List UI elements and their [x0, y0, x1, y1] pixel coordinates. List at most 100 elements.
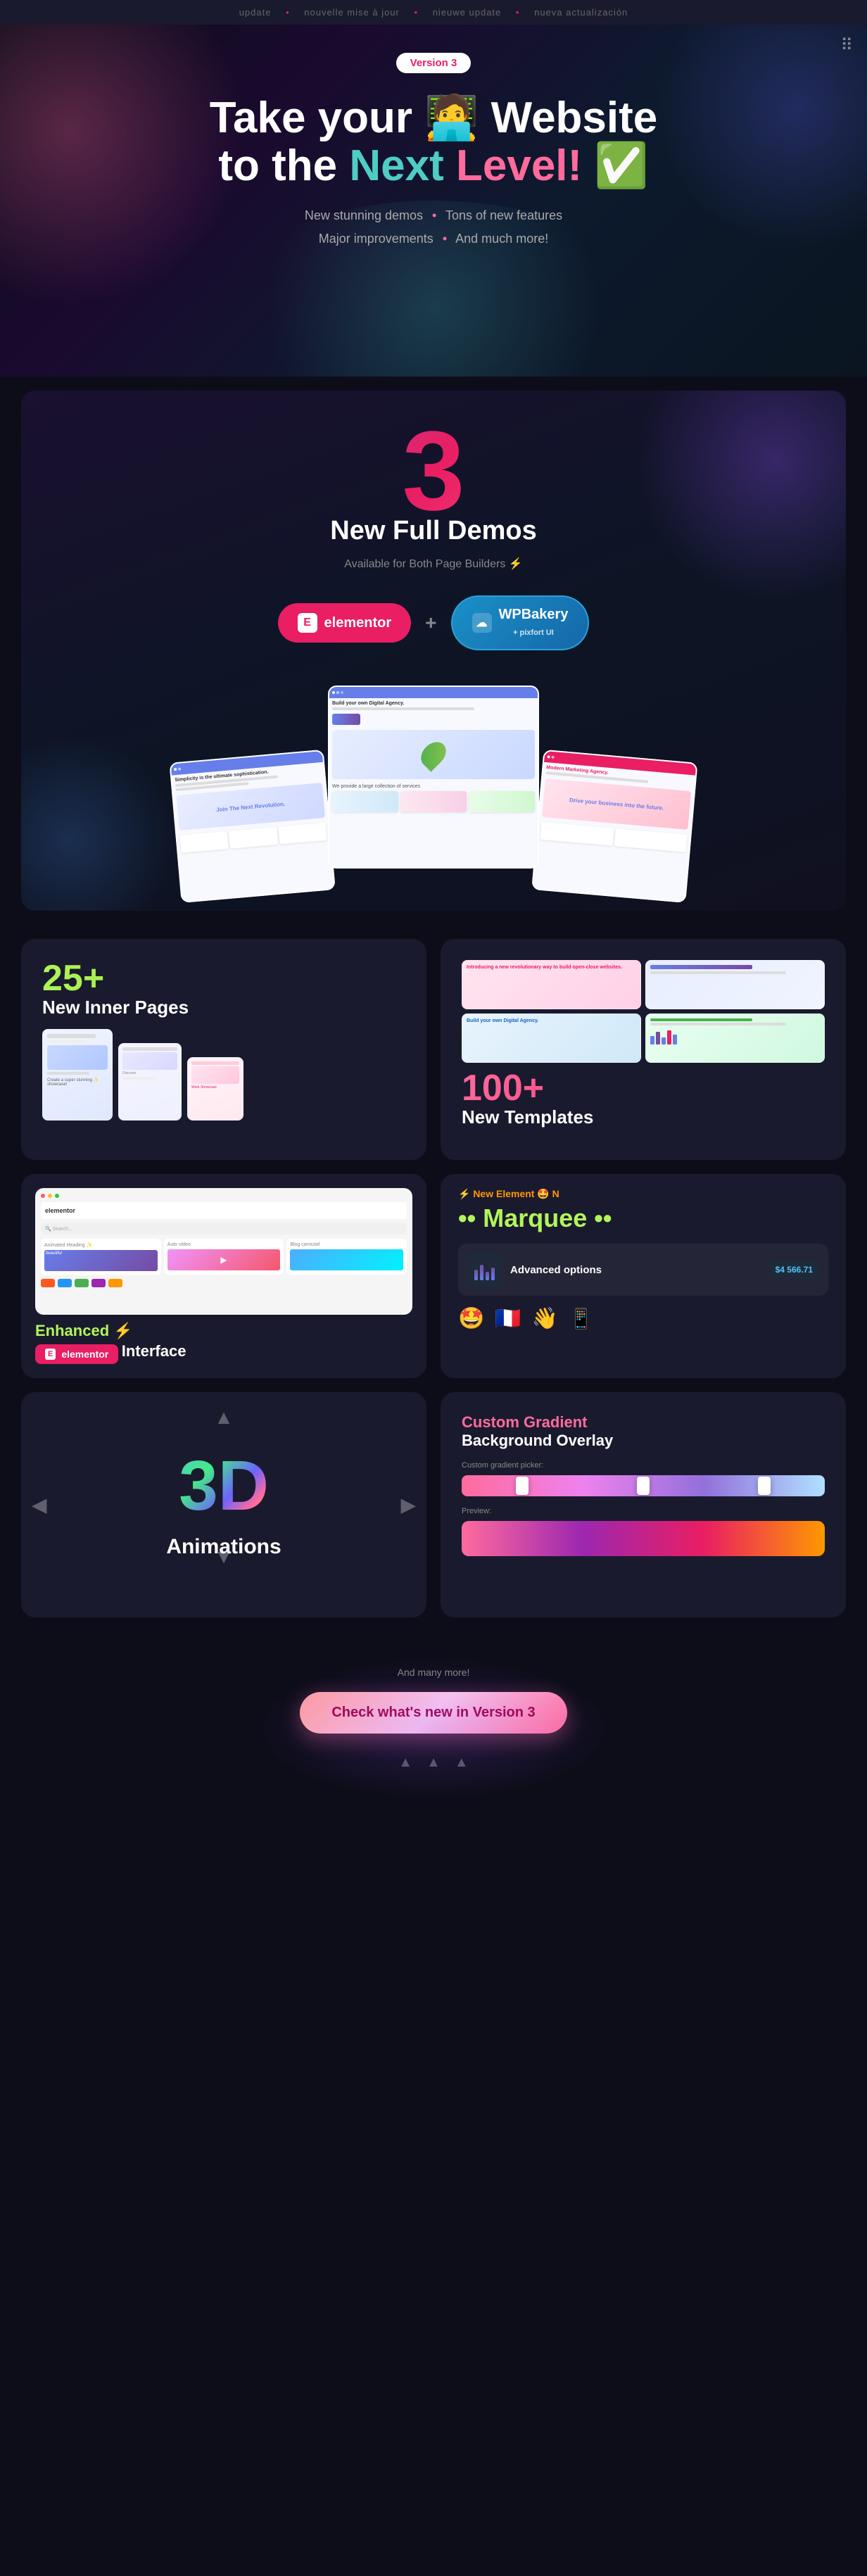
- marquee-card: ⚡ New Element 🤩 N •• Marquee •• Advanced…: [441, 1174, 846, 1378]
- top-right-icon: ⠿: [840, 35, 853, 56]
- arrow-left-icon: ◀: [32, 1494, 47, 1517]
- inner-page-mock-3: Work Showcase: [187, 1057, 243, 1120]
- mock-para-c1: [332, 707, 474, 710]
- ele-widget-blog-carousel-label: Blog carousel: [290, 1242, 403, 1247]
- mock-grid-item-2: [229, 827, 277, 849]
- swatch-orange: [41, 1279, 55, 1287]
- adv-price: $4 566.71: [768, 1261, 820, 1279]
- ele-widget-auto-video: Auto video ▶: [164, 1239, 284, 1275]
- ele-badge-label: elementor: [61, 1349, 108, 1360]
- ele-swatches-row: [41, 1279, 407, 1287]
- ele-dot-green: [55, 1194, 59, 1198]
- ticker-dot-3: •: [516, 7, 520, 18]
- demos-subtitle: Available for Both Page Builders ⚡: [63, 557, 804, 571]
- hero-checkmark: ✅: [594, 141, 648, 190]
- templates-mockups: Introducing a new revolutionary way to b…: [462, 960, 825, 1063]
- hero-highlight-level: Level!: [456, 141, 582, 190]
- marquee-text: •• Marquee ••: [458, 1204, 828, 1233]
- gradient-title: Custom Gradient Background Overlay: [462, 1413, 825, 1451]
- features-grid: 25+ New Inner Pages Create a super stunn…: [21, 939, 846, 1160]
- demo-screen-center: Build your own Digital Agency. We provid…: [328, 686, 539, 869]
- gradient-preview: [462, 1521, 825, 1556]
- plus-divider: +: [425, 612, 436, 634]
- demo-screen-center-mock: Build your own Digital Agency. We provid…: [329, 687, 538, 867]
- mock-grid-c1: [332, 791, 398, 812]
- demo-screen-left: Simplicity is the ultimate sophisticatio…: [169, 750, 336, 903]
- elementor-icon: E: [298, 613, 317, 633]
- mock-grid-r2: [614, 828, 687, 852]
- demo-screen-left-mock: Simplicity is the ultimate sophisticatio…: [170, 751, 334, 902]
- builders-row: E elementor + ☁ WPBakery + pixfort UI: [63, 595, 804, 650]
- adv-bar-1: [474, 1270, 478, 1280]
- gradient-handle-2[interactable]: [637, 1477, 650, 1495]
- inner-pages-card: 25+ New Inner Pages Create a super stunn…: [21, 939, 426, 1160]
- elementor-button[interactable]: E elementor: [278, 603, 412, 643]
- gradient-picker-bar[interactable]: [462, 1475, 825, 1496]
- interface-label: Interface: [122, 1342, 186, 1360]
- 3d-text: 3D: [179, 1451, 269, 1521]
- elementor-badge-wrapper: E elementor Interface: [35, 1340, 412, 1364]
- hero-title-line1: Take your 🧑‍💻 Website: [210, 94, 658, 142]
- tmpl-mock-1: Introducing a new revolutionary way to b…: [462, 960, 641, 1009]
- advanced-options-row: Advanced options $4 566.71: [458, 1244, 828, 1296]
- hero-feature-4: And much more!: [455, 232, 548, 246]
- elementor-mockup: elementor 🔍 Search... Animated Heading ✨…: [35, 1188, 412, 1315]
- ele-widget-animated-heading-content: beautiful: [44, 1250, 158, 1271]
- inner-pages-mockups: Create a super stunning ✨ showcase! Disc…: [42, 1029, 405, 1120]
- elementor-badge: E elementor: [35, 1344, 118, 1364]
- wpbakery-button[interactable]: ☁ WPBakery + pixfort UI: [451, 595, 590, 650]
- templates-number: 100+: [462, 1070, 825, 1106]
- ele-nav-bar: elementor: [41, 1202, 407, 1219]
- mock-content-left: Simplicity is the ultimate sophisticatio…: [172, 762, 334, 902]
- hero-highlight-next: Next: [349, 141, 443, 190]
- swatch-green: [75, 1279, 89, 1287]
- hero-dot-2: •: [443, 232, 447, 246]
- emoji-3: 👋: [532, 1306, 558, 1331]
- gradient-handle-1[interactable]: [516, 1477, 529, 1495]
- bottom-arrow-1: ▲: [398, 1755, 412, 1771]
- gradient-handle-3[interactable]: [758, 1477, 771, 1495]
- mock-grid-item-3: [278, 823, 327, 845]
- and-many-more-text: And many more!: [21, 1667, 846, 1678]
- cta-button[interactable]: Check what's new in Version 3: [300, 1692, 567, 1734]
- inner-page-mock-2: Discover: [118, 1043, 182, 1120]
- demos-number: 3: [63, 426, 804, 516]
- templates-title: New Templates: [462, 1106, 825, 1128]
- cta-section: And many more! Check what's new in Versi…: [0, 1631, 867, 1799]
- ele-widget-video-content: ▶: [167, 1249, 281, 1270]
- demos-section: 3 New Full Demos Available for Both Page…: [21, 391, 846, 911]
- gradient-title-pink: Custom Gradient: [462, 1413, 587, 1431]
- ele-dot-yellow: [48, 1194, 52, 1198]
- hero-features: New stunning demos • Tons of new feature…: [14, 204, 853, 250]
- ticker-bar: update • nouvelle mise à jour • nieuwe u…: [0, 0, 867, 25]
- ticker-item-2: nouvelle mise à jour: [304, 7, 400, 18]
- ticker-item-4: nueva actualización: [534, 7, 628, 18]
- mock-grid-item-1: [179, 831, 228, 853]
- hero-feature-3: Major improvements: [319, 232, 434, 246]
- version-badge[interactable]: Version 3: [396, 53, 472, 73]
- mock-topbar-center: [329, 687, 538, 698]
- ticker-item-1: update: [239, 7, 272, 18]
- adv-bar-2: [480, 1265, 483, 1280]
- hero-dot-1: •: [432, 208, 436, 222]
- features-section: 25+ New Inner Pages Create a super stunn…: [0, 925, 867, 1174]
- pixfort-label: + pixfort UI: [513, 629, 554, 637]
- wpbakery-label: WPBakery + pixfort UI: [499, 607, 569, 639]
- mock-grid-c2: [400, 791, 467, 812]
- ele-widget-carousel-content: [290, 1249, 403, 1270]
- emoji-row: 🤩 🇫🇷 👋 📱: [458, 1306, 828, 1331]
- ele-beautiful-text: beautiful: [44, 1250, 158, 1257]
- adv-label: Advanced options: [510, 1264, 760, 1276]
- adv-bar-3: [486, 1272, 489, 1280]
- enhanced-label: Enhanced ⚡: [35, 1322, 412, 1340]
- wpbakery-icon: ☁: [472, 613, 492, 633]
- tmpl-mock-4: [645, 1014, 825, 1063]
- hero-feature-1: New stunning demos: [305, 208, 423, 222]
- mock-content-center: Build your own Digital Agency. We provid…: [329, 698, 538, 867]
- hero-title: Take your 🧑‍💻 Website to the Next Level!…: [14, 94, 853, 190]
- ele-marquee-section: elementor 🔍 Search... Animated Heading ✨…: [0, 1174, 867, 1392]
- ticker-dot-2: •: [414, 7, 419, 18]
- ele-widget-blog-carousel: Blog carousel: [286, 1239, 407, 1275]
- emoji-1: 🤩: [458, 1306, 484, 1331]
- arrow-down-icon: ▼: [214, 1546, 234, 1568]
